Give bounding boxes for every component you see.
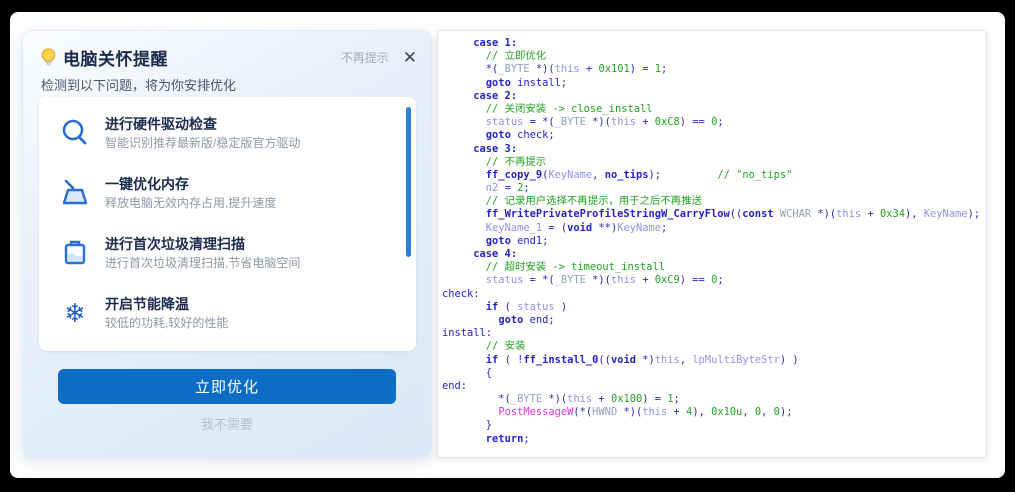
decompiler-code-panel[interactable]: case 1: // 立即优化 *(_BYTE *)(this + 0x101)… xyxy=(437,30,987,458)
code-line: install: xyxy=(442,327,986,340)
code-line: case 1: xyxy=(442,37,986,50)
code-line: end: xyxy=(442,380,986,393)
dialog-header: 电脑关怀提醒 不再提示 ✕ xyxy=(39,45,417,69)
code-line: status = *(_BYTE *)(this + 0xC8) == 0; xyxy=(442,116,986,129)
code-line: status = *(_BYTE *)(this + 0xC9) == 0; xyxy=(442,274,986,287)
care-item-texts: 开启节能降温 较低的功耗,较好的性能 xyxy=(105,295,228,345)
code-line: // 关闭安装 -> close_install xyxy=(442,103,986,116)
app-window: 电脑关怀提醒 不再提示 ✕ 检测到以下问题，将为你安排优化 进行硬件驱动检查 智… xyxy=(10,12,1005,478)
code-line: ff_WritePrivateProfileStringW_CarryFlow(… xyxy=(442,208,986,221)
code-line: goto end; xyxy=(442,314,986,327)
code-line: if ( status ) xyxy=(442,301,986,314)
no-need-button[interactable]: 我不需要 xyxy=(23,414,431,433)
optimize-now-button[interactable]: 立即优化 xyxy=(58,369,396,404)
code-line: return; xyxy=(442,433,986,446)
code-line: goto end1; xyxy=(442,235,986,248)
code-line: goto check; xyxy=(442,129,986,142)
broom-icon xyxy=(59,177,91,209)
care-item-title: 一键优化内存 xyxy=(105,175,276,193)
dialog-title: 电脑关怀提醒 xyxy=(63,45,168,70)
pseudocode: case 1: // 立即优化 *(_BYTE *)(this + 0x101)… xyxy=(438,31,986,446)
search-icon xyxy=(59,117,91,149)
code-line: // 记录用户选择不再提示，用于之后不再推送 xyxy=(442,195,986,208)
code-line: case 4: xyxy=(442,248,986,261)
scrollbar-thumb[interactable] xyxy=(406,107,411,257)
care-item-junk-clean: 进行首次垃圾清理扫描 进行首次垃圾清理扫描,节省电脑空间 xyxy=(59,235,389,285)
dont-remind-link[interactable]: 不再提示 xyxy=(341,49,389,66)
care-item-cooling: ❄ 开启节能降温 较低的功耗,较好的性能 xyxy=(59,295,389,345)
care-items-panel: 进行硬件驱动检查 智能识别推荐最新版/稳定版官方驱动 一键优化内存 释放电脑无效… xyxy=(39,97,416,351)
code-line: ff_copy_9(KeyName, no_tips); // "no_tips… xyxy=(442,169,986,182)
code-line: // 立即优化 xyxy=(442,50,986,63)
care-item-texts: 进行首次垃圾清理扫描 进行首次垃圾清理扫描,节省电脑空间 xyxy=(105,235,300,285)
code-line: if ( !ff_install_0((void *)this, lpMulti… xyxy=(442,354,986,367)
code-line: // 超时安装 -> timeout_install xyxy=(442,261,986,274)
care-item-desc: 释放电脑无效内存占用,提升速度 xyxy=(105,195,276,212)
care-item-texts: 一键优化内存 释放电脑无效内存占用,提升速度 xyxy=(105,175,276,225)
care-reminder-dialog: 电脑关怀提醒 不再提示 ✕ 检测到以下问题，将为你安排优化 进行硬件驱动检查 智… xyxy=(22,30,432,458)
code-line: goto install; xyxy=(442,77,986,90)
dialog-subtitle: 检测到以下问题，将为你安排优化 xyxy=(41,75,236,94)
care-item-memory-optimize: 一键优化内存 释放电脑无效内存占用,提升速度 xyxy=(59,175,389,225)
code-line: *(_BYTE *)(this + 0x100) = 1; xyxy=(442,393,986,406)
code-line: { xyxy=(442,367,986,380)
code-line: *(_BYTE *)(this + 0x101) = 1; xyxy=(442,63,986,76)
code-line: case 2: xyxy=(442,90,986,103)
code-line: check: xyxy=(442,288,986,301)
code-line: // 不再提示 xyxy=(442,156,986,169)
care-item-title: 进行硬件驱动检查 xyxy=(105,115,300,133)
care-item-title: 开启节能降温 xyxy=(105,295,228,313)
code-line: } xyxy=(442,419,986,432)
care-item-desc: 进行首次垃圾清理扫描,节省电脑空间 xyxy=(105,255,300,272)
code-line: n2 = 2; xyxy=(442,182,986,195)
care-item-desc: 智能识别推荐最新版/稳定版官方驱动 xyxy=(105,135,300,152)
lightbulb-icon xyxy=(39,47,58,68)
code-line: PostMessageW(*(HWND *)(this + 4), 0x10u,… xyxy=(442,406,986,419)
care-item-texts: 进行硬件驱动检查 智能识别推荐最新版/稳定版官方驱动 xyxy=(105,115,300,165)
code-line: // 安装 xyxy=(442,340,986,353)
care-item-title: 进行首次垃圾清理扫描 xyxy=(105,235,300,253)
code-line: KeyName_1 = (void **)KeyName; xyxy=(442,222,986,235)
close-icon[interactable]: ✕ xyxy=(403,49,417,66)
snowflake-icon: ❄ xyxy=(59,297,91,329)
care-item-desc: 较低的功耗,较好的性能 xyxy=(105,315,228,332)
trash-icon xyxy=(59,237,91,269)
code-line: case 3: xyxy=(442,143,986,156)
care-item-driver-check: 进行硬件驱动检查 智能识别推荐最新版/稳定版官方驱动 xyxy=(59,115,389,165)
